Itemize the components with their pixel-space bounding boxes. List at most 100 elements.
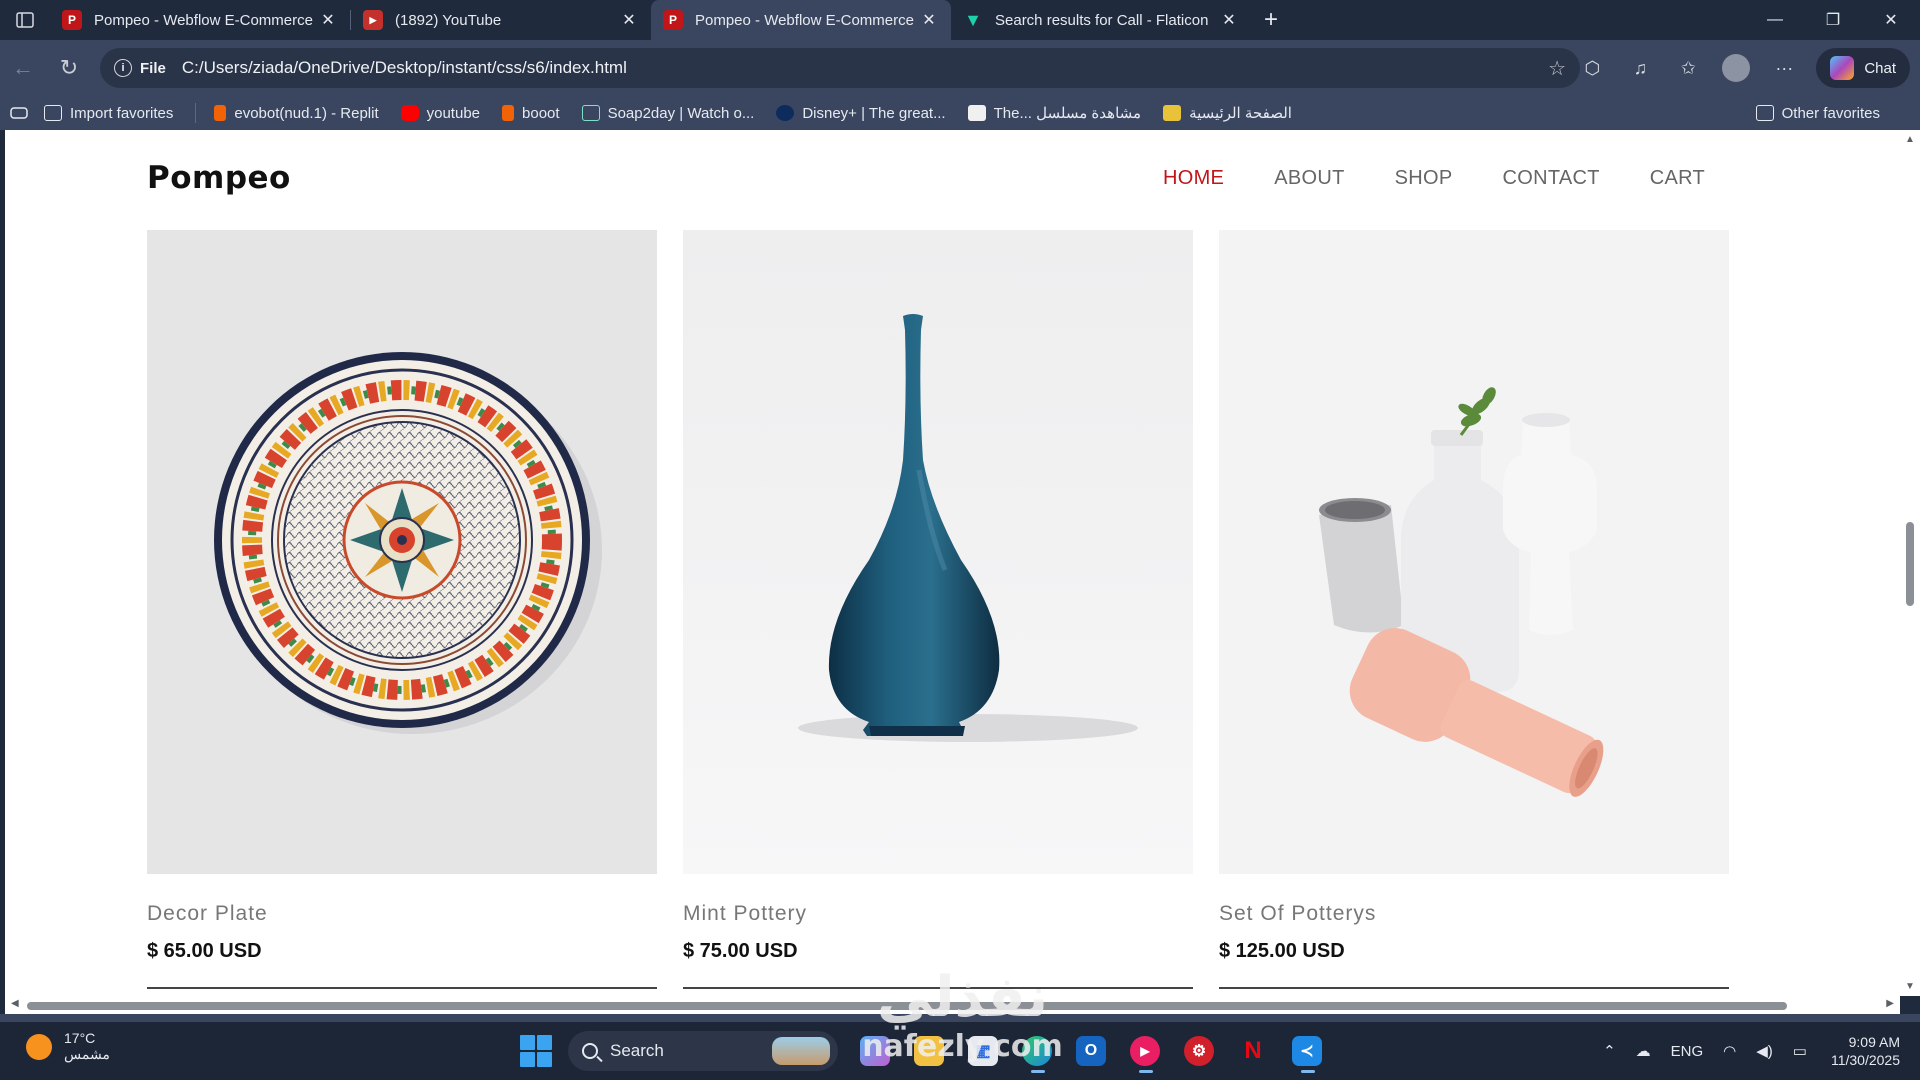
battery-icon[interactable]: ▭ — [1793, 1042, 1807, 1060]
netflix-icon: N — [1244, 1037, 1262, 1064]
watermark-arabic: نفذلي — [876, 965, 1049, 1030]
scroll-left-icon[interactable]: ◀ — [11, 998, 19, 1009]
browser-tab-strip: P Pompeo - Webflow E-Commerce ✕ ▶ (1892)… — [0, 0, 1920, 40]
scroll-down-icon[interactable]: ▼ — [1904, 981, 1916, 992]
browser-tab[interactable]: P Pompeo - Webflow E-Commerce ✕ — [50, 0, 350, 40]
taskbar-app-outlook[interactable]: O — [1067, 1028, 1115, 1074]
nav-cart[interactable]: CART — [1650, 167, 1705, 190]
taskbar-app-gear[interactable]: ⚙ — [1175, 1028, 1223, 1074]
other-favorites[interactable]: Other favorites — [1755, 96, 1880, 130]
copilot-icon — [1830, 56, 1855, 80]
extensions-icon[interactable]: ⬡ — [1568, 48, 1616, 88]
import-icon — [44, 105, 62, 121]
product-price: $ 75.00 USD — [683, 940, 798, 962]
bookmark-label: الصفحة الرئيسية — [1189, 105, 1292, 122]
watermark-latin: nafezly.com — [862, 1029, 1063, 1064]
search-icon — [582, 1043, 598, 1059]
close-tab-icon[interactable]: ✕ — [619, 10, 639, 30]
browser-tab-active[interactable]: P Pompeo - Webflow E-Commerce ✕ — [651, 0, 951, 40]
browser-tab[interactable]: ▶ (1892) YouTube ✕ — [351, 0, 651, 40]
bookmark-label: evobot(nud.1) - Replit — [234, 104, 379, 122]
back-arrow-icon[interactable]: ← — [0, 48, 46, 88]
search-label: Search — [610, 1041, 664, 1060]
product-name[interactable]: Mint Pottery — [683, 902, 1193, 926]
more-options-icon[interactable]: ··· — [1760, 48, 1808, 88]
bookmark-disney[interactable]: Disney+ | The great... — [776, 105, 946, 122]
scroll-right-icon[interactable]: ▶ — [1886, 998, 1894, 1009]
taskbar-app-vscode[interactable]: ≺ — [1283, 1028, 1331, 1074]
taskbar-app-player[interactable]: ▶ — [1121, 1028, 1169, 1074]
product-card[interactable]: Set Of Potterys $ 125.00 USD — [1219, 230, 1729, 989]
volume-icon[interactable]: ◀) — [1756, 1042, 1773, 1060]
profile-icon[interactable] — [1712, 48, 1760, 88]
favorites-bar-toggle-icon[interactable] — [10, 106, 28, 120]
new-tab-icon[interactable]: + — [1251, 0, 1291, 40]
minimize-icon[interactable]: — — [1746, 0, 1804, 40]
bookmark-import-favorites[interactable]: Import favorites — [44, 105, 173, 122]
taskbar-search[interactable]: Search — [568, 1031, 838, 1071]
start-windows-icon[interactable] — [520, 1035, 552, 1067]
onedrive-icon[interactable]: ☁ — [1636, 1042, 1651, 1060]
scroll-up-icon[interactable]: ▲ — [1904, 134, 1916, 145]
favorites-bar: Import favorites evobot(nud.1) - Replit … — [0, 96, 1920, 130]
info-icon[interactable]: i — [114, 59, 132, 77]
tab-actions-icon[interactable] — [0, 0, 50, 40]
media-icon[interactable]: ♫ — [1616, 48, 1664, 88]
settings-gear-icon: ⚙ — [1184, 1036, 1214, 1066]
bookmark-series[interactable]: The... مشاهدة مسلسل — [967, 104, 1142, 122]
nav-contact[interactable]: CONTACT — [1503, 167, 1600, 190]
tab-title: Pompeo - Webflow E-Commerce — [695, 11, 914, 29]
close-window-icon[interactable]: ✕ — [1862, 0, 1920, 40]
product-price: $ 125.00 USD — [1219, 940, 1345, 962]
wifi-icon[interactable]: ◠ — [1723, 1042, 1736, 1060]
nav-home[interactable]: HOME — [1163, 167, 1224, 190]
url-scheme: File — [140, 59, 166, 77]
home-page-icon — [1163, 105, 1182, 121]
nav-shop[interactable]: SHOP — [1395, 167, 1453, 190]
system-clock[interactable]: 9:09 AM 11/30/2025 — [1831, 1033, 1900, 1069]
address-bar[interactable]: i File C:/Users/ziada/OneDrive/Desktop/i… — [100, 48, 1580, 88]
page-viewport: Pompeo HOME ABOUT SHOP CONTACT CART Deco… — [5, 130, 1900, 996]
bookmark-replit[interactable]: evobot(nud.1) - Replit — [214, 104, 379, 122]
bookmark-home-page[interactable]: الصفحة الرئيسية — [1163, 104, 1292, 122]
flaticon-favicon-icon: ▼ — [964, 9, 982, 30]
pompeo-favicon-icon: P — [62, 10, 82, 30]
bookmark-booot[interactable]: booot — [502, 105, 560, 122]
site-brand-logo[interactable]: Pompeo — [147, 160, 291, 196]
vertical-scroll-thumb[interactable] — [1906, 522, 1914, 606]
product-name[interactable]: Decor Plate — [147, 902, 657, 926]
close-tab-icon[interactable]: ✕ — [919, 10, 939, 30]
copilot-chat-button[interactable]: Chat — [1816, 48, 1910, 88]
vertical-scrollbar[interactable]: ▲ ▼ — [1900, 130, 1920, 996]
product-name[interactable]: Set Of Potterys — [1219, 902, 1729, 926]
bookmark-label: The... مشاهدة مسلسل — [993, 105, 1142, 122]
weather-widget[interactable]: 17°C مشمس — [26, 1030, 110, 1063]
bookmark-soap2day[interactable]: Soap2day | Watch o... — [581, 104, 755, 122]
window-controls: — ❐ ✕ — [1746, 0, 1920, 40]
refresh-icon[interactable]: ↻ — [46, 48, 92, 88]
tab-title: Pompeo - Webflow E-Commerce — [94, 11, 313, 29]
nav-about[interactable]: ABOUT — [1274, 167, 1344, 190]
avatar — [1722, 54, 1751, 82]
folder-icon — [1755, 105, 1774, 121]
taskbar-app-netflix[interactable]: N — [1229, 1028, 1277, 1074]
pottery-set-image[interactable] — [1219, 230, 1729, 874]
close-tab-icon[interactable]: ✕ — [1219, 10, 1239, 30]
bookmark-youtube[interactable]: youtube — [400, 105, 480, 122]
browser-tab[interactable]: ▼ Search results for Call - Flaticon ✕ — [951, 0, 1251, 40]
language-indicator[interactable]: ENG — [1671, 1043, 1704, 1060]
chevron-up-icon[interactable]: ⌃ — [1603, 1042, 1616, 1060]
close-tab-icon[interactable]: ✕ — [318, 10, 338, 30]
decor-plate-image[interactable] — [147, 230, 657, 874]
vscode-icon: ≺ — [1292, 1036, 1322, 1066]
restore-icon[interactable]: ❐ — [1804, 0, 1862, 40]
weather-temp: 17°C — [64, 1030, 96, 1046]
bookmark-label: Soap2day | Watch o... — [607, 104, 755, 122]
product-card[interactable]: Decor Plate $ 65.00 USD — [147, 230, 657, 989]
product-card[interactable]: Mint Pottery $ 75.00 USD — [683, 230, 1193, 989]
favorites-icon[interactable]: ✩ — [1664, 48, 1712, 88]
soap2day-icon — [581, 105, 600, 121]
favorite-star-icon[interactable]: ☆ — [1548, 56, 1566, 81]
blue-vase-image[interactable] — [683, 230, 1193, 874]
url-text[interactable]: C:/Users/ziada/OneDrive/Desktop/instant/… — [182, 58, 1548, 78]
